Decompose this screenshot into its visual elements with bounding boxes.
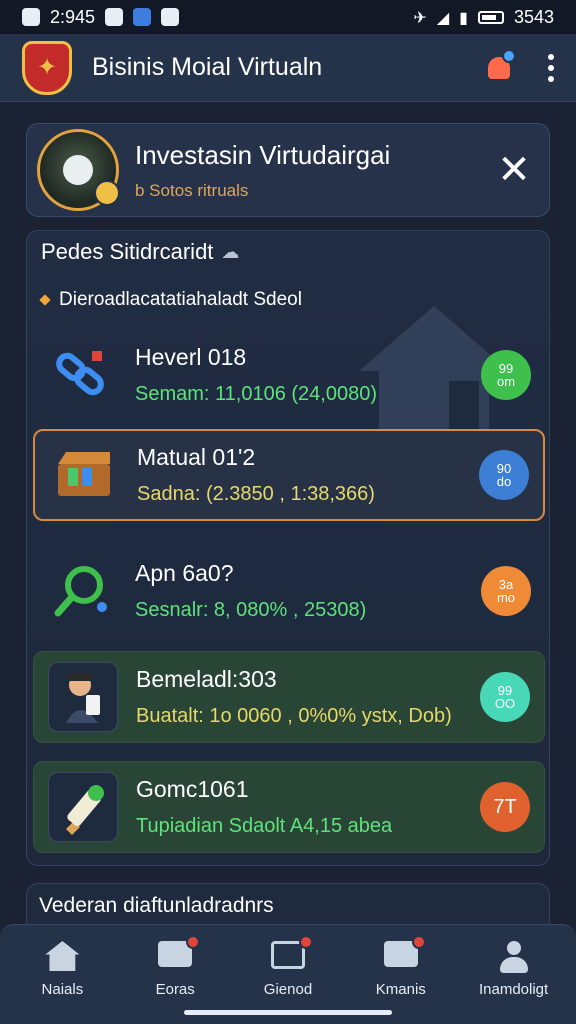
item-name: Gomc1061 [136,776,249,802]
clock-icon [161,8,180,26]
item-badge[interactable]: 7T [480,782,530,832]
pencil-icon [39,294,51,306]
panel-subheader-text: Dieroadlacatatiahaladt Sdeol [59,289,302,310]
avatar-face-icon [63,155,93,185]
battery-icon [477,10,504,24]
nav-item-camera[interactable]: Kmanis [346,935,456,998]
list-item-highlighted[interactable]: Gomc1061 Tupiadian Sdaolt A4,15 abea 7T [33,761,545,853]
nav-label: Inamdoligt [478,981,549,998]
no-sound-icon: ✈ [413,7,427,27]
nav-label: Eoras [155,981,195,998]
banner-text: Investasin Virtudairgai b Sotos ritruals [135,140,390,201]
telegram-icon [133,8,152,26]
status-right: ✈ ◢ ▮ 3543 [413,7,554,28]
cloud-icon: ☁ [221,241,240,263]
panel-header: Pedes Sitidrcaridt ☁ [41,239,239,265]
crest-logo-icon[interactable]: ✦ [22,40,72,95]
item-badge[interactable]: 99 OO [480,672,530,722]
item-badge[interactable]: 90 do [479,450,529,500]
photo-icon [22,8,40,26]
wifi-icon: ◢ [436,7,450,27]
nav-item-home[interactable]: Naials [7,941,117,998]
person-phone-icon [48,662,118,732]
panel-subheader: Dieroadlacatatiahaladt Sdeol [39,289,302,311]
home-indicator[interactable] [184,1010,392,1015]
list-item[interactable]: Heverl 018 Semam: 11,0106 (24,0080) 99 o… [33,329,545,421]
app-actions [484,48,554,83]
magnifier-icon [47,556,117,626]
status-left: 2:945 [22,6,180,28]
list-item-selected[interactable]: Matual 01'2 Sadna: (2.3850 , 1:38,366) 9… [33,429,545,521]
item-badge[interactable]: 3a mo [481,566,531,616]
crayon-icon [48,772,118,842]
nav-item-chat[interactable]: Eoras [120,935,230,998]
banner-title: Investasin Virtudairgai [135,139,391,170]
notification-button[interactable] [484,48,516,83]
nav-label: Kmanis [375,981,426,998]
item-name: Heverl 018 [135,344,247,370]
item-name: Matual 01'2 [137,444,256,470]
nav-item-document[interactable]: Gienod [233,935,343,998]
coin-icon [94,180,120,206]
app-bar: ✦ Bisinis Moial Virtualn [0,34,576,102]
user-icon [497,941,531,975]
notification-dot [298,935,313,949]
item-detail: Buatalt: 1o 0060 , 0%0% ystx, Dob) [136,705,452,727]
more-vert-icon[interactable] [548,53,554,82]
status-time: 2:945 [50,6,96,27]
item-detail: Tupiadian Sdaolt A4,15 abea [136,815,393,837]
list-item[interactable]: Apn 6a0? Sesnalr: 8, 080% , 25308) 3a mo [33,545,545,637]
banner-avatar [37,129,120,211]
item-name: Bemeladl:303 [136,666,277,692]
nav-label: Gienod [263,981,313,998]
item-detail: Semam: 11,0106 (24,0080) [135,383,378,405]
list-item-highlighted[interactable]: Bemeladl:303 Buatalt: 1o 0060 , 0%0% yst… [33,651,545,743]
item-name: Apn 6a0? [135,560,234,586]
status-clock-right: 3543 [513,6,554,27]
chain-link-icon [47,340,117,410]
treasure-chest-icon [49,440,119,510]
signal-icon: ▮ [459,7,468,27]
item-detail: Sadna: (2.3850 , 1:38,366) [137,483,375,505]
home-icon [45,941,80,971]
notification-dot [186,935,201,949]
app-title: Bisinis Moial Virtualn [92,53,323,81]
notification-dot [411,935,426,949]
item-detail: Sesnalr: 8, 080% , 25308) [135,599,367,621]
close-icon[interactable]: ✕ [489,145,539,195]
banner-subtitle: b Sotos ritruals [135,180,249,200]
main-panel: Pedes Sitidrcaridt ☁ Dieroadlacatatiahal… [26,230,550,866]
square-icon [105,8,124,26]
banner-card[interactable]: Investasin Virtudairgai b Sotos ritruals… [26,123,550,217]
notification-dot [502,48,516,63]
nav-item-profile[interactable]: Inamdoligt [459,941,569,998]
panel-header-text: Pedes Sitidrcaridt [41,239,214,264]
status-bar: 2:945 ✈ ◢ ▮ 3543 [0,0,576,34]
item-badge[interactable]: 99 om [481,350,531,400]
nav-label: Naials [41,981,84,998]
bottom-nav: Naials Eoras Gienod Kmanis Inamdoligt [0,924,576,1024]
